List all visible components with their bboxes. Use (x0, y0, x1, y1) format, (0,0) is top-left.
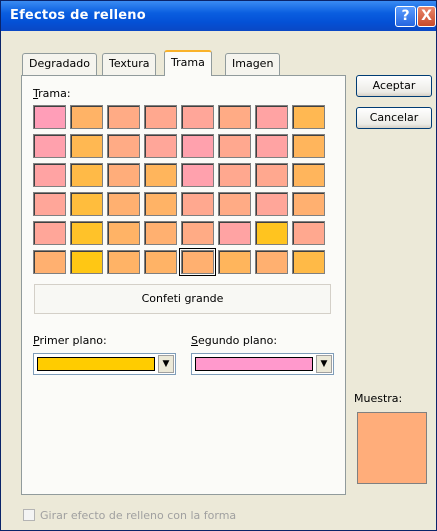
chevron-down-icon[interactable]: ▼ (316, 355, 332, 373)
pattern-cell[interactable] (33, 105, 66, 129)
pattern-cell[interactable] (70, 192, 103, 216)
pattern-cell[interactable] (292, 221, 325, 245)
pattern-cell[interactable] (70, 250, 103, 274)
pattern-cell[interactable] (218, 163, 251, 187)
pattern-cell[interactable] (70, 221, 103, 245)
rotate-with-shape-label: Girar efecto de relleno con la forma (40, 509, 237, 522)
fill-effects-dialog: Efectos de relleno ? X Degradado Textura… (0, 0, 437, 531)
background-color-swatch (195, 357, 313, 371)
pattern-cell[interactable] (33, 221, 66, 245)
pattern-cell[interactable] (70, 163, 103, 187)
ok-button[interactable]: Aceptar (356, 75, 432, 97)
pattern-cell[interactable] (107, 250, 140, 274)
pattern-cell[interactable] (255, 105, 288, 129)
background-color-select[interactable]: ▼ (191, 353, 334, 375)
pattern-cell[interactable] (33, 250, 66, 274)
pattern-cell[interactable] (255, 163, 288, 187)
pattern-grid (33, 105, 330, 276)
foreground-label: Primer plano: (33, 334, 107, 347)
chevron-down-icon[interactable]: ▼ (158, 355, 174, 373)
pattern-cell[interactable] (107, 105, 140, 129)
pattern-cell[interactable] (292, 192, 325, 216)
background-label: Segundo plano: (191, 334, 278, 347)
selected-pattern-name: Confeti grande (34, 284, 331, 314)
sample-preview (357, 412, 427, 484)
pattern-cell[interactable] (144, 105, 177, 129)
pattern-cell[interactable] (218, 221, 251, 245)
pattern-cell[interactable] (292, 134, 325, 158)
pattern-cell[interactable] (218, 192, 251, 216)
pattern-cell[interactable] (181, 192, 214, 216)
pattern-cell[interactable] (33, 192, 66, 216)
pattern-cell[interactable] (292, 105, 325, 129)
pattern-cell[interactable] (218, 105, 251, 129)
rotate-with-shape-option: Girar efecto de relleno con la forma (23, 509, 236, 522)
pattern-cell[interactable] (33, 134, 66, 158)
pattern-cell[interactable] (255, 221, 288, 245)
pattern-cell[interactable] (144, 134, 177, 158)
pattern-cell[interactable] (292, 250, 325, 274)
pattern-cell[interactable] (144, 250, 177, 274)
pattern-cell[interactable] (255, 250, 288, 274)
title-bar[interactable]: Efectos de relleno ? X (1, 1, 436, 31)
pattern-cell[interactable] (292, 163, 325, 187)
pattern-cell[interactable] (107, 163, 140, 187)
sample-label: Muestra: (354, 392, 403, 405)
pattern-cell[interactable] (181, 163, 214, 187)
pattern-cell[interactable] (255, 192, 288, 216)
pattern-label: Trama: (33, 87, 71, 100)
rotate-with-shape-checkbox[interactable] (23, 509, 35, 521)
tab-degradado[interactable]: Degradado (22, 53, 97, 75)
pattern-cell[interactable] (179, 248, 216, 276)
tab-textura[interactable]: Textura (102, 53, 157, 75)
cancel-button[interactable]: Cancelar (356, 107, 432, 129)
tab-trama[interactable]: Trama (164, 50, 212, 76)
foreground-color-select[interactable]: ▼ (33, 353, 176, 375)
pattern-cell[interactable] (255, 134, 288, 158)
pattern-cell[interactable] (107, 221, 140, 245)
window-title: Efectos de relleno (10, 8, 146, 23)
tab-imagen[interactable]: Imagen (225, 53, 281, 75)
help-button[interactable]: ? (395, 6, 416, 27)
pattern-cell[interactable] (107, 192, 140, 216)
close-button[interactable]: X (417, 6, 436, 27)
pattern-cell[interactable] (107, 134, 140, 158)
pattern-cell[interactable] (33, 163, 66, 187)
pattern-cell[interactable] (70, 105, 103, 129)
pattern-cell[interactable] (144, 221, 177, 245)
pattern-cell[interactable] (181, 221, 214, 245)
pattern-cell[interactable] (218, 250, 251, 274)
pattern-cell[interactable] (70, 134, 103, 158)
pattern-cell[interactable] (218, 134, 251, 158)
pattern-cell[interactable] (181, 134, 214, 158)
pattern-cell[interactable] (144, 163, 177, 187)
foreground-color-swatch (37, 357, 155, 371)
pattern-cell[interactable] (144, 192, 177, 216)
pattern-cell[interactable] (181, 105, 214, 129)
